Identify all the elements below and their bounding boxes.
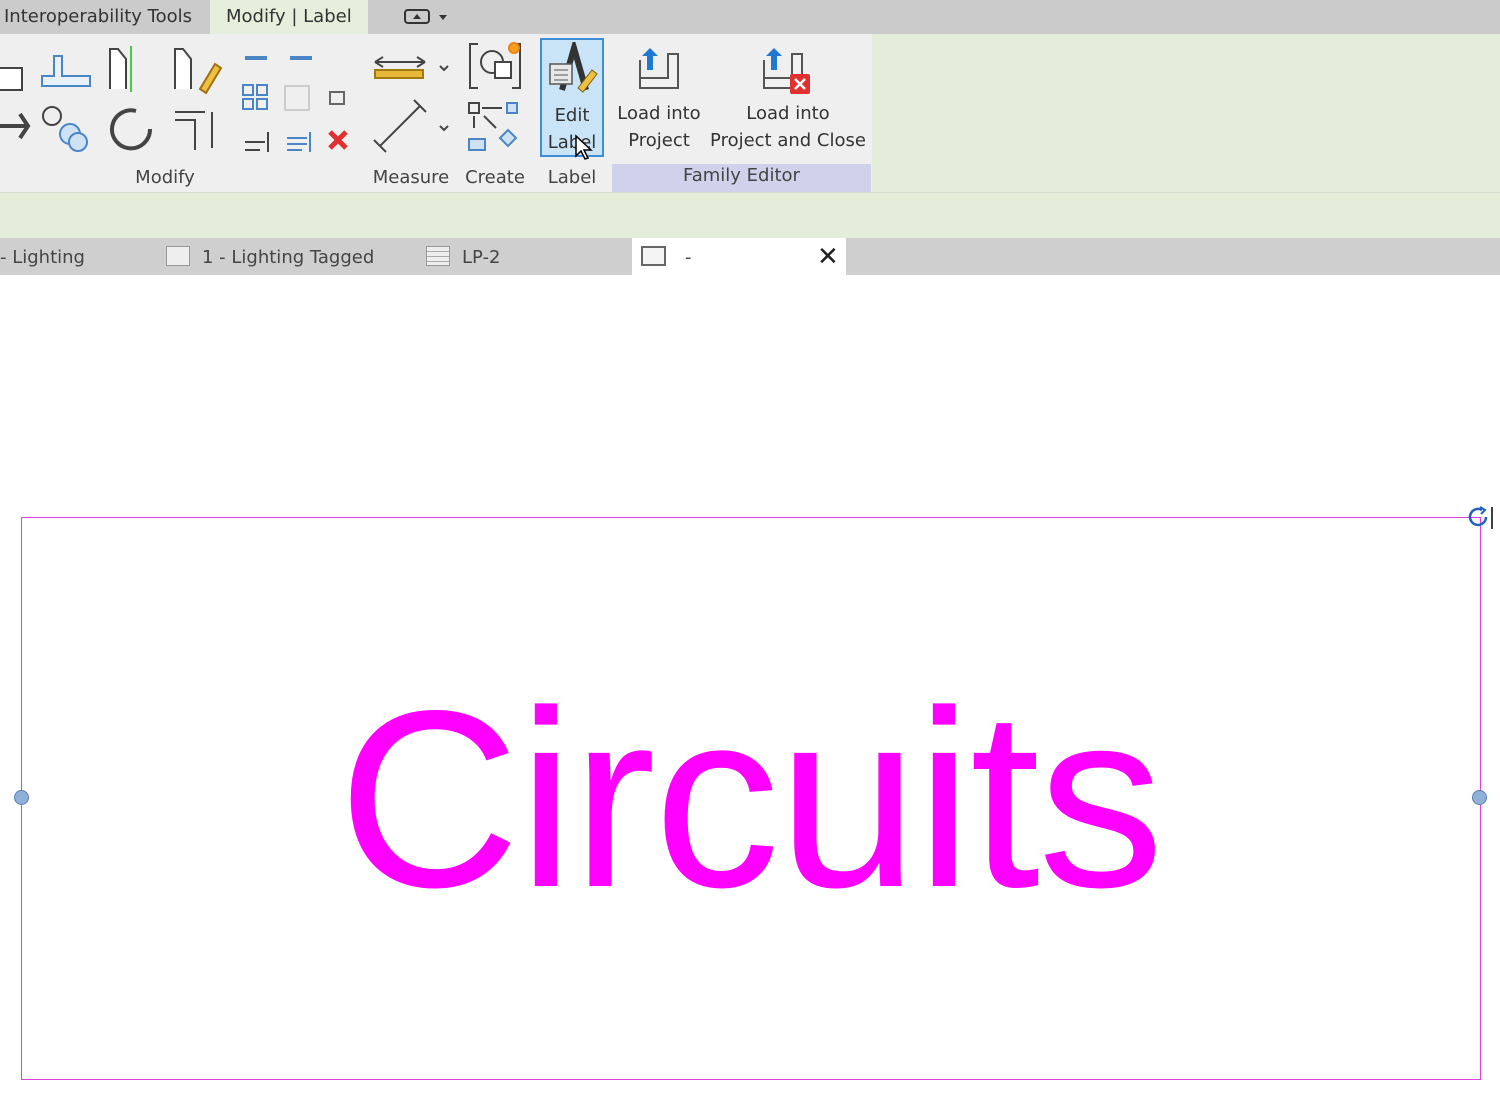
view-tab-label: LP-2 xyxy=(462,247,501,268)
view-tab-bar: - Lighting 1 - Lighting Tagged LP-2 - ✕ xyxy=(0,238,1500,275)
view-tab-lighting-tagged[interactable]: 1 - Lighting Tagged xyxy=(166,238,374,275)
panel-measure-label: Measure xyxy=(372,167,450,188)
rotate-icon xyxy=(110,108,153,151)
ribbon-panels: Modify Measure Create Label Edit Label L… xyxy=(0,34,872,192)
trim-icon xyxy=(175,111,213,150)
mouse-cursor-icon xyxy=(575,134,593,160)
load-into-project-button[interactable]: Load into Project xyxy=(612,38,706,160)
edit-label-icon xyxy=(549,42,598,93)
schedule-icon xyxy=(426,246,450,266)
tab-interoperability-tools[interactable]: Interoperability Tools xyxy=(0,0,196,34)
view-tab-label: 1 - Lighting Tagged xyxy=(202,247,375,268)
load-into-project-line2: Project xyxy=(628,130,690,151)
view-tab-lighting[interactable]: - Lighting xyxy=(0,238,85,275)
pin-icon xyxy=(329,91,345,105)
measure-icon xyxy=(373,99,427,153)
load-into-project-and-close-button[interactable]: Load into Project and Close xyxy=(708,38,868,160)
align-icon xyxy=(0,67,23,91)
create-similar-icon xyxy=(468,102,480,114)
load-into-project-close-line2: Project and Close xyxy=(710,130,866,151)
view-tab-active[interactable]: - ✕ xyxy=(632,238,846,275)
move-icon xyxy=(0,112,31,140)
copy-icon xyxy=(42,106,62,126)
modify-tools-icons[interactable] xyxy=(0,34,540,164)
aligned-dimension-icon xyxy=(374,56,426,68)
family-view-icon xyxy=(641,246,666,266)
panel-family-editor-label: Family Editor xyxy=(612,164,871,192)
panel-label-label: Label xyxy=(547,167,597,188)
rotate-handle-icon[interactable] xyxy=(1466,505,1494,531)
panel-create-label: Create xyxy=(465,167,525,188)
scale-icon xyxy=(284,85,310,111)
label-text[interactable]: Circuits xyxy=(0,650,1500,950)
load-into-project-icon xyxy=(639,48,679,89)
right-drag-grip[interactable] xyxy=(1472,790,1487,805)
options-bar xyxy=(0,192,1500,238)
view-tab-label: - xyxy=(685,247,692,268)
left-drag-grip[interactable] xyxy=(14,790,29,805)
load-into-project-close-line1: Load into xyxy=(746,103,830,124)
tab-modify-label[interactable]: Modify | Label xyxy=(210,0,368,34)
array-icon xyxy=(242,84,254,96)
load-into-project-and-close-icon xyxy=(763,48,810,94)
minimize-ribbon-icon[interactable] xyxy=(404,9,430,24)
offset-icon xyxy=(41,55,91,87)
panel-modify-label: Modify xyxy=(135,167,195,188)
load-into-project-line1: Load into xyxy=(617,103,701,124)
edit-label-line1: Edit xyxy=(554,105,590,126)
view-tab-lp-2[interactable]: LP-2 xyxy=(426,238,500,275)
ribbon-tab-bar: Interoperability Tools Modify | Label xyxy=(0,0,1500,34)
sheet-icon xyxy=(166,246,190,266)
chevron-down-icon[interactable] xyxy=(439,15,447,20)
trim-extend-icon xyxy=(245,132,269,152)
mirror-draw-icon xyxy=(174,48,192,89)
ribbon: Modify Measure Create Label Edit Label L… xyxy=(0,34,1500,192)
delete-icon xyxy=(328,130,348,150)
close-icon[interactable]: ✕ xyxy=(817,237,839,277)
mirror-pick-icon xyxy=(109,48,127,89)
